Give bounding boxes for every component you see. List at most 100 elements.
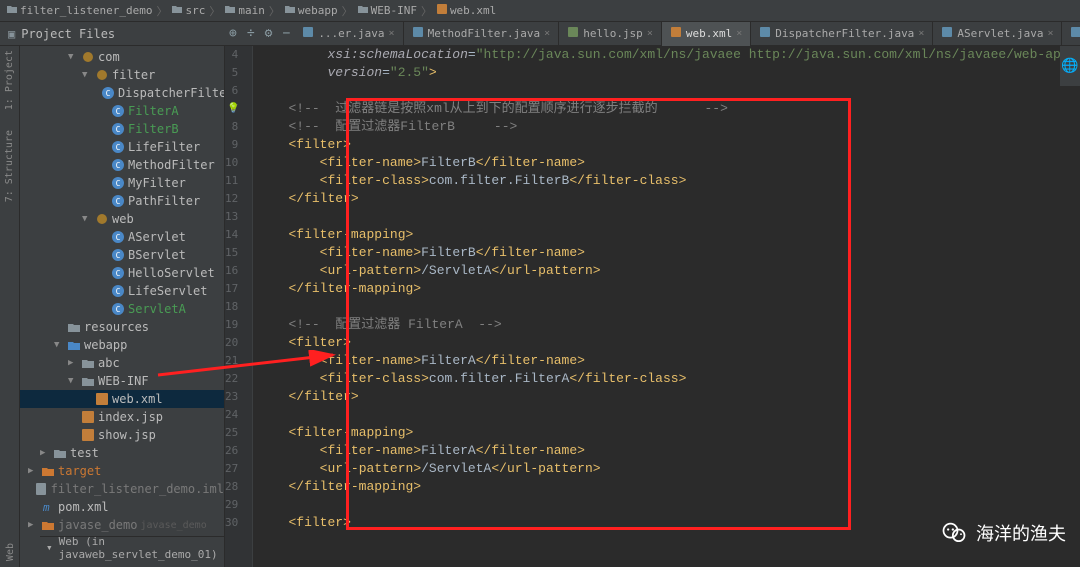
tree-node[interactable]: ▼web (20, 210, 224, 228)
code-line[interactable]: <filter-name>FilterA</filter-name> (257, 442, 1080, 460)
code-line[interactable]: <!-- 配置过滤器 FilterA --> (257, 316, 1080, 334)
tree-node[interactable]: ▶test (20, 444, 224, 462)
tree-node[interactable]: CFilterB (20, 120, 224, 138)
breadcrumb-segment[interactable]: main (238, 4, 265, 17)
line-number[interactable]: 25 (225, 424, 252, 442)
tree-node[interactable]: ▼webapp (20, 336, 224, 354)
code-line[interactable]: version="2.5"> (257, 64, 1080, 82)
chevron-right-icon[interactable]: ▶ (28, 520, 38, 530)
chevron-right-icon[interactable]: ▶ (28, 466, 38, 476)
line-number[interactable]: 12 (225, 190, 252, 208)
tree-node[interactable]: CServletA (20, 300, 224, 318)
editor-tab[interactable]: hello.jsp× (559, 22, 662, 46)
chevron-down-icon[interactable]: ▼ (82, 70, 92, 80)
line-number[interactable]: 20 (225, 334, 252, 352)
tree-node[interactable]: CLifeFilter (20, 138, 224, 156)
line-number[interactable]: 4 (225, 46, 252, 64)
tool-window-button[interactable]: 1: Project (4, 50, 15, 110)
tree-node[interactable]: index.jsp (20, 408, 224, 426)
line-number[interactable]: 15 (225, 244, 252, 262)
code-line[interactable]: <filter-mapping> (257, 424, 1080, 442)
code-line[interactable]: <filter-class>com.filter.FilterB</filter… (257, 172, 1080, 190)
line-number[interactable]: 30 (225, 514, 252, 532)
line-number[interactable]: 16 (225, 262, 252, 280)
code-line[interactable] (257, 496, 1080, 514)
code-line[interactable]: <filter-name>FilterB</filter-name> (257, 154, 1080, 172)
code-line[interactable]: <filter-name>FilterA</filter-name> (257, 352, 1080, 370)
target-icon[interactable]: ⊕ (229, 26, 237, 41)
editor-tab[interactable]: ...er.java× (294, 22, 403, 46)
chevron-down-icon[interactable]: ▼ (54, 340, 64, 350)
editor-tab[interactable]: AServlet.java× (933, 22, 1062, 46)
editor-tab[interactable]: web.xml× (662, 22, 751, 46)
chevron-down-icon[interactable]: ▼ (68, 376, 78, 386)
line-number[interactable]: 6 (225, 82, 252, 100)
line-number[interactable]: 23 (225, 388, 252, 406)
breadcrumb-segment[interactable]: filter_listener_demo (20, 4, 152, 17)
line-number[interactable]: 10 (225, 154, 252, 172)
project-panel-header[interactable]: ▣ Project Files (0, 27, 225, 41)
tree-node[interactable]: filter_listener_demo.iml (20, 480, 224, 498)
code-line[interactable] (257, 406, 1080, 424)
line-number[interactable]: 11 (225, 172, 252, 190)
code-line[interactable]: <filter> (257, 136, 1080, 154)
chrome-icon[interactable]: 🌐 (1061, 58, 1078, 74)
breadcrumb-segment[interactable]: web.xml (450, 4, 496, 17)
close-icon[interactable]: × (1047, 28, 1053, 39)
tree-node[interactable]: ▶abc (20, 354, 224, 372)
line-number[interactable]: 14 (225, 226, 252, 244)
code-line[interactable] (257, 82, 1080, 100)
chevron-right-icon[interactable]: ▶ (40, 448, 50, 458)
code-area[interactable]: xsi:schemaLocation="http://java.sun.com/… (253, 46, 1080, 567)
tree-node[interactable]: CMethodFilter (20, 156, 224, 174)
line-number[interactable]: 7 (225, 100, 252, 118)
code-line[interactable]: <!-- 配置过滤器FilterB --> (257, 118, 1080, 136)
close-icon[interactable]: × (544, 28, 550, 39)
tree-node[interactable]: ▶target (20, 462, 224, 480)
line-number[interactable]: 24 (225, 406, 252, 424)
close-icon[interactable]: × (389, 28, 395, 39)
editor-tab[interactable]: DispatcherFilter.java× (751, 22, 933, 46)
line-number[interactable]: 21 (225, 352, 252, 370)
code-line[interactable]: <filter-name>FilterB</filter-name> (257, 244, 1080, 262)
code-line[interactable]: <!-- 过滤器链是按照xml从上到下的配置顺序进行逐步拦截的 --> (257, 100, 1080, 118)
tree-node[interactable]: ▼WEB-INF (20, 372, 224, 390)
close-icon[interactable]: × (647, 28, 653, 39)
code-line[interactable]: <url-pattern>/ServletA</url-pattern> (257, 460, 1080, 478)
close-icon[interactable]: × (736, 28, 742, 39)
code-line[interactable]: <filter-class>com.filter.FilterA</filter… (257, 370, 1080, 388)
tree-node[interactable]: ▼filter (20, 66, 224, 84)
tree-node[interactable]: web.xml (20, 390, 224, 408)
breadcrumb-segment[interactable]: src (185, 4, 205, 17)
line-number[interactable]: 13 (225, 208, 252, 226)
tree-node[interactable]: resources (20, 318, 224, 336)
code-editor[interactable]: 4567891011121314151617181920212223242526… (225, 46, 1080, 567)
breadcrumb-segment[interactable]: webapp (298, 4, 338, 17)
code-line[interactable]: </filter> (257, 388, 1080, 406)
code-line[interactable]: </filter-mapping> (257, 478, 1080, 496)
tree-node[interactable]: CAServlet (20, 228, 224, 246)
editor-tab[interactable]: ServletA.java× (1062, 22, 1080, 46)
rail-web-label[interactable]: Web (5, 543, 16, 561)
tree-node[interactable]: ▼com (20, 48, 224, 66)
line-number[interactable]: 27 (225, 460, 252, 478)
collapse-icon[interactable]: − (282, 26, 290, 41)
code-line[interactable]: xsi:schemaLocation="http://java.sun.com/… (257, 46, 1080, 64)
tree-node[interactable]: CPathFilter (20, 192, 224, 210)
line-number[interactable]: 17 (225, 280, 252, 298)
code-line[interactable]: <url-pattern>/ServletA</url-pattern> (257, 262, 1080, 280)
tree-node[interactable]: CLifeServlet (20, 282, 224, 300)
tree-node[interactable]: show.jsp (20, 426, 224, 444)
web-panel-header[interactable]: ▾ Web (in javaweb_servlet_demo_01) ⚙ (40, 536, 225, 558)
code-line[interactable]: </filter> (257, 190, 1080, 208)
tree-node[interactable]: mpom.xml (20, 498, 224, 516)
line-number[interactable]: 18 (225, 298, 252, 316)
divider-icon[interactable]: ÷ (247, 26, 255, 41)
code-line[interactable]: <filter> (257, 334, 1080, 352)
tree-node[interactable]: ▶javase_demo javase_demo (20, 516, 224, 534)
tree-node[interactable]: CHelloServlet (20, 264, 224, 282)
code-line[interactable]: <filter-mapping> (257, 226, 1080, 244)
line-number[interactable]: 26 (225, 442, 252, 460)
line-number[interactable]: 28 (225, 478, 252, 496)
code-line[interactable] (257, 208, 1080, 226)
